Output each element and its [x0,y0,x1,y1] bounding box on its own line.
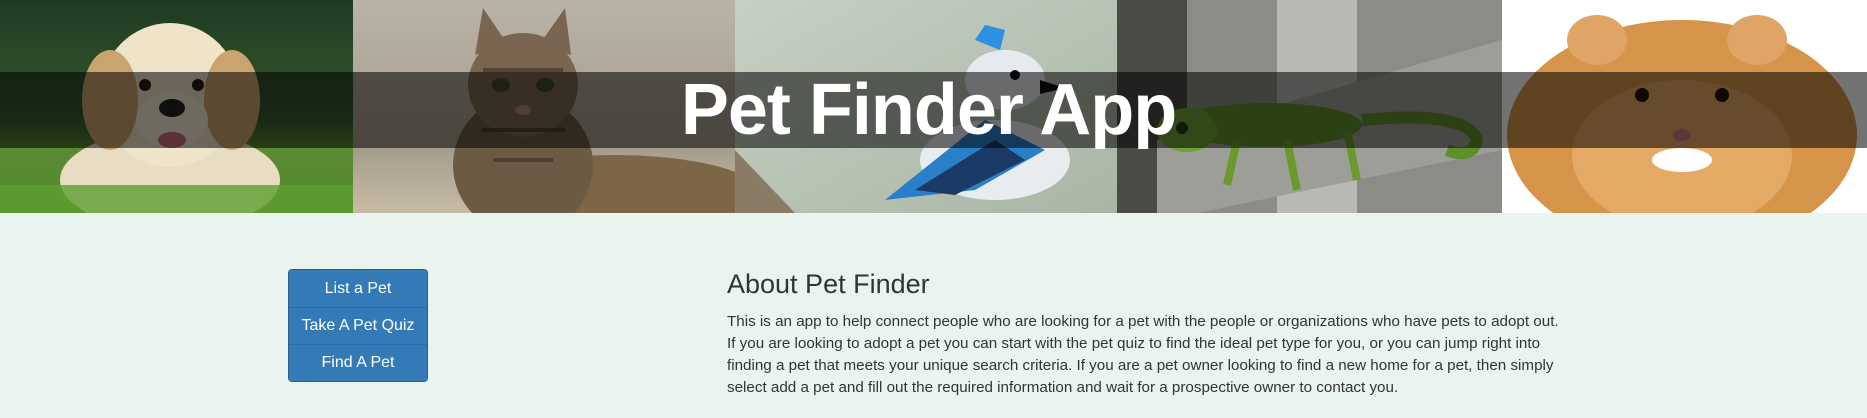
about-section: About Pet Finder This is an app to help … [727,268,1567,399]
find-a-pet-button[interactable]: Find A Pet [289,344,427,381]
take-a-pet-quiz-button[interactable]: Take A Pet Quiz [289,307,427,344]
list-a-pet-button[interactable]: List a Pet [289,270,427,307]
about-heading: About Pet Finder [727,269,930,299]
about-description: This is an app to help connect people wh… [727,313,1559,396]
page-title: Pet Finder App [680,70,1177,150]
action-button-group: List a Pet Take A Pet Quiz Find A Pet [288,269,428,382]
